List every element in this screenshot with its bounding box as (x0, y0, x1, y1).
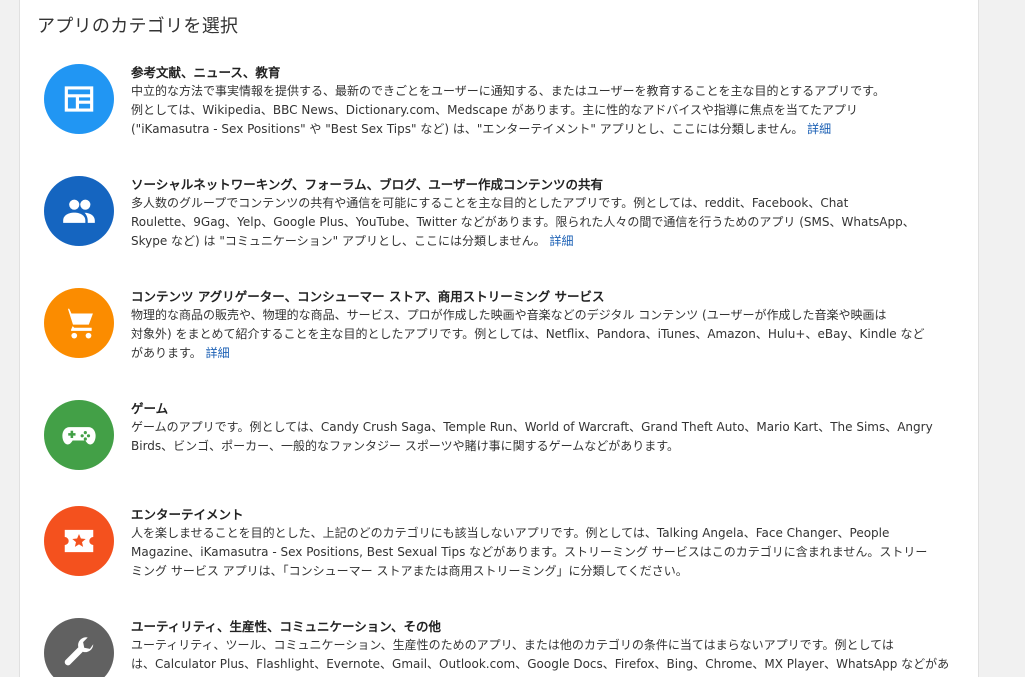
category-name: 参考文献、ニュース、教育 (131, 65, 281, 80)
newspaper-icon (64, 86, 94, 112)
gamepad-icon (62, 427, 96, 445)
page-title: アプリのカテゴリを選択 (37, 16, 239, 37)
description-line: 物理的な商品の販売や、物理的な商品、サービス、プロが作成した映画や音楽などのデジ… (131, 308, 887, 322)
category-icon-circle (44, 400, 114, 470)
description-line: があります。 (131, 346, 202, 360)
people-icon (63, 199, 95, 223)
category-name: コンテンツ アグリゲーター、コンシューマー ストア、商用ストリーミング サービス (131, 289, 605, 304)
category-icon-circle (44, 176, 114, 246)
description-line: 例としては、Wikipedia、BBC News、Dictionary.com、… (131, 103, 858, 117)
category-description: 多人数のグループでコンテンツの共有や通信を可能にすることを主な目的としたアプリで… (131, 194, 961, 251)
description-line: 人を楽しませることを目的とした、上記のどのカテゴリにも該当しないアプリです。例と… (131, 526, 890, 540)
category-icon-circle (44, 618, 114, 677)
description-line: 対象外) をまとめて紹介することを主な目的としたアプリです。例としては、Netf… (131, 327, 925, 341)
details-link[interactable]: 詳細 (549, 234, 573, 248)
category-name: ソーシャルネットワーキング、フォーラム、ブログ、ユーザー作成コンテンツの共有 (131, 177, 604, 192)
details-link[interactable]: 詳細 (807, 122, 831, 136)
category-selection-card: アプリのカテゴリを選択 参考文献、ニュース、教育 中立的な方法で事実情報を提供す… (19, 0, 979, 677)
category-description: ユーティリティ、ツール、コミュニケーション、生産性のためのアプリ、または他のカテ… (131, 636, 961, 674)
category-icon-circle (44, 64, 114, 134)
description-line: Skype など) は "コミュニケーション" アプリとし、ここには分類しません… (131, 234, 546, 248)
category-description: 物理的な商品の販売や、物理的な商品、サービス、プロが作成した映画や音楽などのデジ… (131, 306, 961, 363)
details-link[interactable]: 詳細 (206, 346, 230, 360)
shopping-cart-icon (63, 308, 93, 339)
category-icon-circle (44, 506, 114, 576)
category-icon-circle (44, 288, 114, 358)
description-line: ミング サービス アプリは、「コンシューマー ストアまたは商用ストリーミング」に… (131, 564, 688, 578)
description-line: Birds、ビンゴ、ポーカー、一般的なファンタジー スポーツや賭け事に関するゲー… (131, 439, 680, 453)
category-name: ゲーム (131, 401, 169, 416)
category-name: ユーティリティ、生産性、コミュニケーション、その他 (131, 619, 442, 634)
description-line: ユーティリティ、ツール、コミュニケーション、生産性のためのアプリ、または他のカテ… (131, 638, 894, 652)
description-line: Roulette、9Gag、Yelp、Google Plus、YouTube、T… (131, 215, 915, 229)
description-line: ゲームのアプリです。例としては、Candy Crush Saga、Temple … (131, 420, 933, 434)
description-line: は、Calculator Plus、Flashlight、Evernote、Gm… (131, 657, 950, 671)
category-description: 人を楽しませることを目的とした、上記のどのカテゴリにも該当しないアプリです。例と… (131, 524, 961, 581)
description-line: ("iKamasutra - Sex Positions" や "Best Se… (131, 122, 804, 136)
description-line: 中立的な方法で事実情報を提供する、最新のできごとをユーザーに通知する、またはユー… (131, 84, 885, 98)
category-name: エンターテイメント (131, 507, 244, 522)
wrench-icon (64, 637, 94, 666)
description-line: 多人数のグループでコンテンツの共有や通信を可能にすることを主な目的としたアプリで… (131, 196, 849, 210)
description-line: Magazine、iKamasutra - Sex Positions, Bes… (131, 545, 928, 559)
category-description: ゲームのアプリです。例としては、Candy Crush Saga、Temple … (131, 418, 961, 456)
category-description: 中立的な方法で事実情報を提供する、最新のできごとをユーザーに通知する、またはユー… (131, 82, 961, 139)
ticket-star-icon (64, 529, 94, 553)
